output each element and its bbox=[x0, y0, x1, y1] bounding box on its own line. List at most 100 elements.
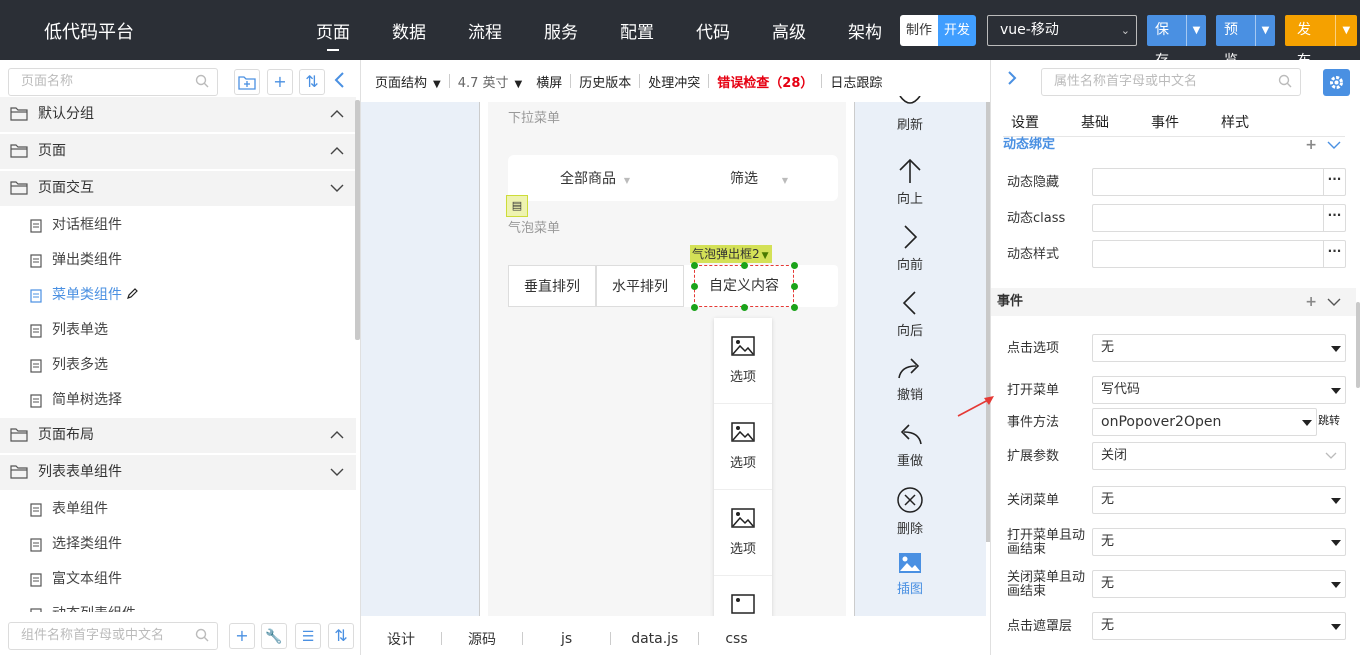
jump-button[interactable]: 跳转 bbox=[1318, 408, 1340, 436]
tree-item[interactable]: 菜单类组件 bbox=[0, 278, 356, 313]
dynamic-class-field[interactable]: ··· bbox=[1092, 204, 1346, 232]
caret-down-icon[interactable]: ▼ bbox=[1334, 15, 1357, 46]
mode-dev-button[interactable]: 开发 bbox=[938, 15, 976, 46]
tab-events[interactable]: 事件 bbox=[1151, 112, 1179, 132]
left-scrollbar[interactable] bbox=[355, 100, 360, 340]
redo-button[interactable]: 重做 bbox=[884, 422, 936, 469]
component-search-input[interactable]: 组件名称首字母或中文名 bbox=[8, 622, 218, 650]
open-menu-select[interactable]: 写代码 bbox=[1092, 376, 1346, 404]
tree-group[interactable]: 列表表单组件 bbox=[0, 455, 356, 490]
page-search-input[interactable]: 页面名称 bbox=[8, 68, 218, 96]
resize-handle[interactable] bbox=[691, 283, 698, 290]
dynamic-style-field[interactable]: ··· bbox=[1092, 240, 1346, 268]
tab-css[interactable]: css bbox=[699, 631, 773, 647]
chevron-up-icon[interactable] bbox=[330, 430, 344, 440]
collapse-right-button[interactable] bbox=[1007, 70, 1023, 90]
add-page-button[interactable]: + bbox=[267, 69, 293, 95]
selected-component-tag[interactable]: 气泡弹出框2 ▼ bbox=[690, 245, 772, 263]
dynamic-hide-field[interactable]: ··· bbox=[1092, 168, 1346, 196]
conflict-button[interactable]: 处理冲突 bbox=[648, 72, 700, 91]
more-icon[interactable]: ··· bbox=[1323, 241, 1345, 267]
add-folder-button[interactable] bbox=[234, 69, 260, 95]
tools-button[interactable]: 🔧 bbox=[261, 623, 287, 649]
more-icon[interactable]: ··· bbox=[1323, 205, 1345, 231]
tree-group[interactable]: 页面 bbox=[0, 134, 356, 169]
publish-button[interactable]: 发布 ▼ bbox=[1285, 15, 1357, 69]
delete-button[interactable]: 删除 bbox=[884, 486, 936, 537]
nav-code[interactable]: 代码 bbox=[696, 18, 730, 43]
collapse-left-button[interactable] bbox=[333, 71, 351, 93]
component-marker-icon[interactable]: ▤ bbox=[506, 195, 528, 217]
extend-params-select[interactable]: 关闭 bbox=[1092, 442, 1346, 470]
framework-select[interactable]: vue-移动 ⌄ bbox=[987, 15, 1137, 46]
landscape-button[interactable]: 横屏 bbox=[536, 72, 562, 91]
tree-item[interactable]: 简单树选择 bbox=[0, 383, 356, 418]
tab-basic[interactable]: 基础 bbox=[1081, 112, 1109, 132]
resize-handle[interactable] bbox=[691, 262, 698, 269]
resize-handle[interactable] bbox=[741, 262, 748, 269]
open-anim-end-select[interactable]: 无 bbox=[1092, 528, 1346, 556]
refresh-button[interactable]: 刷新 bbox=[884, 96, 936, 133]
tab-source[interactable]: 源码 bbox=[442, 629, 522, 649]
history-button[interactable]: 历史版本 bbox=[579, 72, 631, 91]
move-up-button[interactable]: 向上 bbox=[884, 158, 936, 207]
tab-settings[interactable]: 设置 bbox=[1011, 112, 1039, 132]
tree-item[interactable]: 列表单选 bbox=[0, 313, 356, 348]
sort-button[interactable]: ⇅ bbox=[299, 69, 325, 95]
properties-scrollbar[interactable] bbox=[1356, 302, 1360, 388]
mode-toggle[interactable]: 制作 开发 bbox=[900, 15, 976, 46]
dropdown-item-all[interactable]: 全部商品 ▼ bbox=[560, 168, 630, 188]
tree-group[interactable]: 默认分组 bbox=[0, 97, 356, 132]
move-back-button[interactable]: 向后 bbox=[884, 290, 936, 339]
caret-down-icon[interactable]: ▼ bbox=[1186, 15, 1206, 46]
tree-item[interactable]: 对话框组件 bbox=[0, 208, 356, 243]
popover-item[interactable] bbox=[714, 576, 772, 616]
property-search-input[interactable]: 属性名称首字母或中文名 bbox=[1041, 68, 1301, 96]
chevron-up-icon[interactable] bbox=[330, 146, 344, 156]
click-option-select[interactable]: 无 bbox=[1092, 334, 1346, 362]
add-component-button[interactable]: + bbox=[229, 623, 255, 649]
plus-icon[interactable]: + bbox=[1305, 132, 1317, 158]
event-method-select[interactable]: onPopover2Open bbox=[1092, 408, 1317, 436]
plus-icon[interactable]: + bbox=[1305, 289, 1317, 315]
save-button[interactable]: 保存 ▼ bbox=[1147, 15, 1206, 69]
list-order-button[interactable]: ☰ bbox=[295, 623, 321, 649]
horizontal-layout-button[interactable]: 水平排列 bbox=[596, 265, 684, 307]
chevron-up-icon[interactable] bbox=[330, 109, 344, 119]
chevron-down-icon[interactable] bbox=[330, 467, 344, 477]
tree-item[interactable]: 富文本组件 bbox=[0, 562, 356, 597]
dropdown-menu[interactable]: 全部商品 ▼ 筛选 ▼ bbox=[508, 155, 838, 201]
tree-group[interactable]: 页面布局 bbox=[0, 418, 356, 453]
click-mask-select[interactable]: 无 bbox=[1092, 612, 1346, 640]
nav-page[interactable]: 页面 bbox=[316, 18, 350, 51]
chevron-down-icon[interactable] bbox=[330, 183, 344, 193]
tree-item[interactable]: 表单组件 bbox=[0, 492, 356, 527]
resize-handle[interactable] bbox=[791, 283, 798, 290]
tab-style[interactable]: 样式 bbox=[1221, 112, 1249, 132]
tree-item[interactable]: 列表多选 bbox=[0, 348, 356, 383]
dynamic-binding-header[interactable]: 动态绑定 + bbox=[1003, 132, 1345, 158]
popover-item[interactable]: 选项 bbox=[714, 404, 772, 490]
popover-item[interactable]: 选项 bbox=[714, 490, 772, 576]
tab-design[interactable]: 设计 bbox=[361, 629, 441, 655]
popover-item[interactable]: 选项 bbox=[714, 318, 772, 404]
nav-architecture[interactable]: 架构 bbox=[848, 18, 882, 43]
tab-data-js[interactable]: data.js bbox=[611, 631, 698, 647]
custom-content-button[interactable]: 自定义内容 bbox=[694, 265, 794, 307]
vertical-layout-button[interactable]: 垂直排列 bbox=[508, 265, 596, 307]
resize-handle[interactable] bbox=[791, 262, 798, 269]
resize-handle[interactable] bbox=[791, 304, 798, 311]
nav-service[interactable]: 服务 bbox=[544, 18, 578, 43]
dropdown-item-filter[interactable]: 筛选 ▼ bbox=[730, 168, 788, 188]
resize-handle[interactable] bbox=[741, 304, 748, 311]
tab-js[interactable]: js bbox=[523, 631, 610, 647]
mode-make-button[interactable]: 制作 bbox=[900, 15, 938, 46]
more-icon[interactable]: ··· bbox=[1323, 169, 1345, 195]
nav-config[interactable]: 配置 bbox=[620, 18, 654, 43]
screen-size-dropdown[interactable]: 4.7 英寸 ▼ bbox=[458, 72, 523, 91]
chevron-down-icon[interactable] bbox=[1327, 140, 1341, 150]
nav-data[interactable]: 数据 bbox=[392, 18, 426, 43]
insert-image-button[interactable]: 插图 bbox=[884, 552, 936, 597]
component-sort-button[interactable]: ⇅ bbox=[328, 623, 354, 649]
pencil-icon[interactable] bbox=[126, 288, 138, 300]
